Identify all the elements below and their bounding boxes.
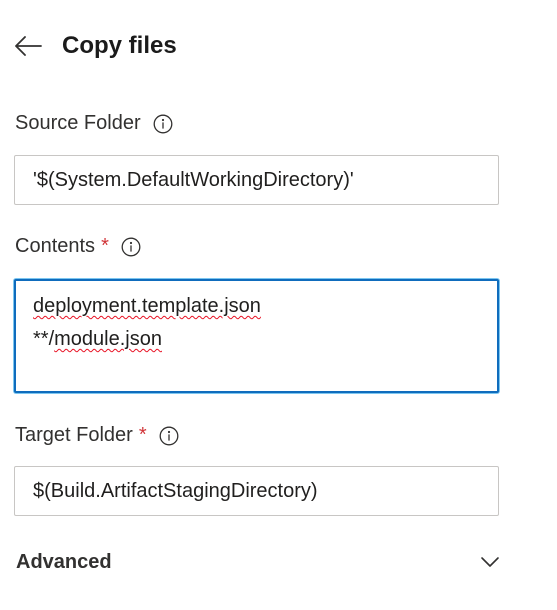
- chevron-down-icon: [481, 557, 499, 567]
- contents-label-row: Contents *: [15, 235, 141, 258]
- contents-label: Contents: [15, 235, 96, 257]
- source-folder-label: Source Folder: [15, 112, 141, 134]
- source-folder-label-row: Source Folder: [15, 112, 173, 135]
- advanced-section-toggle[interactable]: Advanced: [16, 546, 500, 578]
- info-icon[interactable]: [153, 114, 173, 134]
- arrow-left-icon: [15, 36, 42, 56]
- info-icon[interactable]: [121, 237, 141, 257]
- source-folder-value: '$(System.DefaultWorkingDirectory)': [33, 168, 354, 191]
- info-icon[interactable]: [159, 426, 179, 446]
- back-button[interactable]: [14, 30, 46, 62]
- required-marker: *: [101, 235, 109, 257]
- target-folder-label: Target Folder: [15, 424, 133, 446]
- contents-line: deployment.template.json: [33, 295, 261, 317]
- contents-textarea[interactable]: deployment.template.json **/module.json: [14, 279, 499, 393]
- required-marker: *: [138, 424, 147, 446]
- panel-header: Copy files: [14, 26, 177, 66]
- page-title: Copy files: [62, 32, 177, 59]
- target-folder-label-row: Target Folder *: [15, 424, 179, 447]
- advanced-label: Advanced: [16, 550, 112, 573]
- target-folder-value: $(Build.ArtifactStagingDirectory): [33, 479, 318, 502]
- source-folder-input[interactable]: '$(System.DefaultWorkingDirectory)': [14, 155, 499, 205]
- target-folder-input[interactable]: $(Build.ArtifactStagingDirectory): [14, 466, 499, 516]
- contents-line: **/module.json: [33, 328, 162, 350]
